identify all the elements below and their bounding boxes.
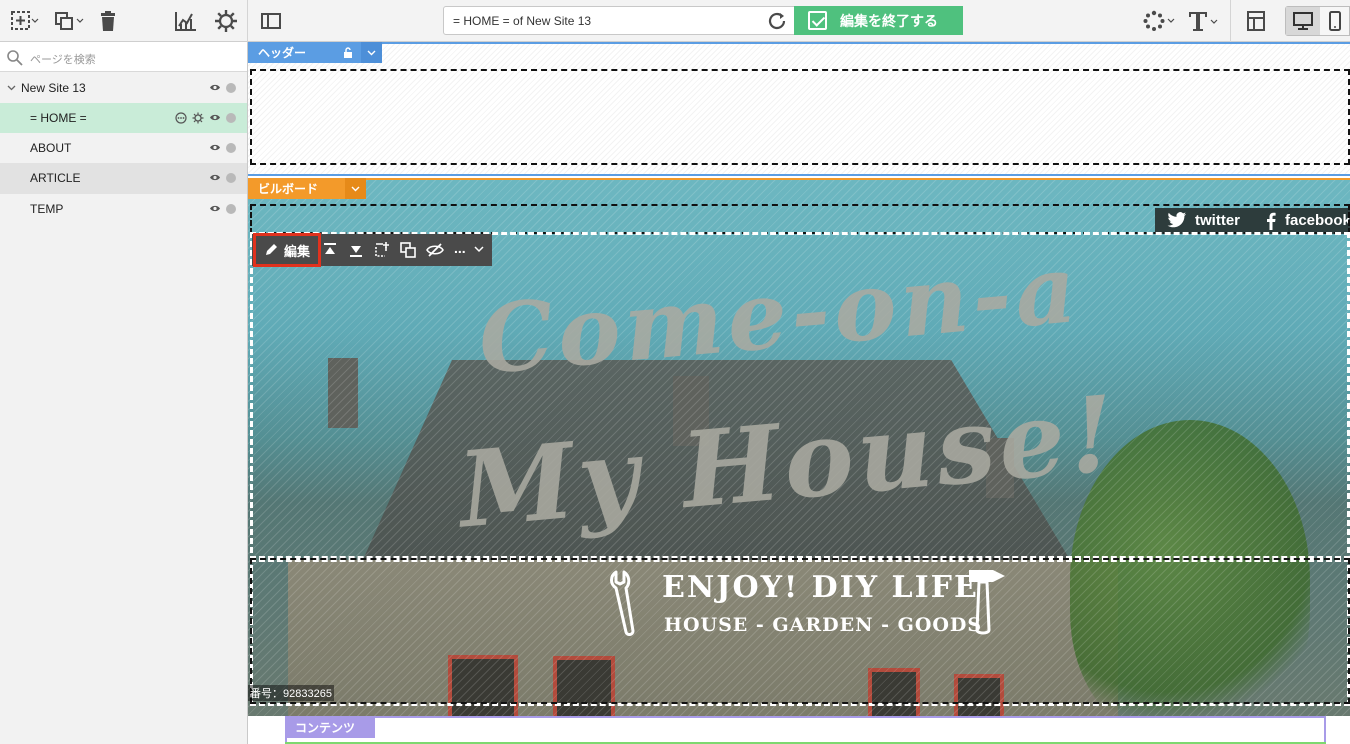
mobile-view-button[interactable] [1320,7,1350,35]
sidebar-item-article[interactable]: ARTICLE [0,163,247,194]
edit-element-button[interactable]: 編集 [253,233,321,267]
check-icon [808,11,827,30]
loading-icon [1143,10,1175,31]
duplicate-button[interactable] [52,6,86,36]
page-settings-icon[interactable] [192,112,204,124]
header-section[interactable] [248,42,1350,176]
search-placeholder: ページを検索 [30,54,96,66]
page-search[interactable]: ページを検索 [0,42,247,72]
status-dot [226,143,236,153]
duplicate-icon [55,12,84,30]
layout-icon [1247,11,1265,31]
chevron-down-icon[interactable] [474,246,484,253]
visibility-icon[interactable] [209,83,221,92]
status-dot [226,173,236,183]
loading-status-button[interactable] [1142,6,1176,36]
url-field[interactable]: = HOME = of New Site 13 [443,6,795,35]
finish-editing-button[interactable]: 編集を終了する [794,6,963,35]
unlock-icon[interactable] [343,47,353,58]
status-dot [226,204,236,214]
billboard-tag-label: ビルボード [258,182,319,196]
sidebar-item-home[interactable]: = HOME = [0,103,247,133]
trash-icon [101,11,115,31]
finish-editing-label: 編集を終了する [840,12,938,29]
add-page-button[interactable] [8,6,42,36]
billboard-tag[interactable]: ビルボード [248,178,366,199]
site-tree-root[interactable]: New Site 13 [0,73,247,103]
reload-button[interactable] [768,12,788,33]
visibility-icon[interactable] [209,113,221,122]
hide-element-icon[interactable] [426,242,444,258]
contents-section[interactable]: コンテンツ [248,716,1350,744]
desktop-icon [1293,12,1313,30]
sidebar-toggle-icon [261,13,281,29]
billboard-menu-button[interactable] [345,178,366,199]
element-toolbar: 編集 ... [252,233,492,267]
search-icon [7,50,23,66]
contents-tag[interactable]: コンテンツ [285,717,375,738]
header-tag[interactable]: ヘッダー [248,42,382,63]
header-block[interactable] [250,69,1350,165]
reload-icon [768,12,786,30]
sidebar-item-about[interactable]: ABOUT [0,133,247,163]
contents-tag-label: コンテンツ [295,721,356,735]
social-block[interactable] [250,204,1350,234]
delete-button[interactable] [96,6,120,36]
url-text: = HOME = of New Site 13 [453,14,592,28]
site-name: New Site 13 [21,81,86,95]
visibility-icon[interactable] [209,204,221,213]
sidebar-item-label: ARTICLE [30,171,81,185]
page-sidebar: ページを検索 New Site 13 = HOME = ABOUT ARTICL… [0,42,248,744]
sidebar-item-label: = HOME = [30,111,87,125]
layout-button[interactable] [1243,6,1269,36]
status-dot [226,113,236,123]
settings-icon [215,10,237,32]
settings-button[interactable] [212,6,240,36]
sidebar-item-temp[interactable]: TEMP [0,194,247,224]
desktop-view-button[interactable] [1286,7,1320,35]
device-switcher [1285,6,1350,36]
billboard-section[interactable]: twitter facebook Come-on-a My House! ENJ… [248,178,1350,716]
pencil-icon [265,244,277,255]
sidebar-item-label: TEMP [30,202,64,216]
more-actions-button[interactable]: ... [454,240,466,256]
move-to-top-icon[interactable] [322,242,338,258]
more-options-icon[interactable] [175,112,187,124]
visibility-icon[interactable] [209,173,221,182]
copy-element-icon[interactable] [400,242,416,258]
chevron-down-icon[interactable] [7,85,16,91]
sidebar-toggle-button[interactable] [258,6,284,36]
analytics-button[interactable] [172,6,200,36]
move-to-bottom-icon[interactable] [348,242,364,258]
diy-block-outline [250,558,1350,704]
analytics-icon [175,12,196,31]
top-toolbar: = HOME = of New Site 13 編集を終了する [0,0,1350,42]
chevron-down-icon [367,50,376,55]
edit-label: 編集 [283,243,310,259]
text-style-icon [1189,12,1218,31]
header-menu-button[interactable] [361,42,382,63]
add-page-icon [11,11,39,30]
status-dot [226,83,236,93]
sidebar-item-label: ABOUT [30,141,72,155]
contents-outline [285,716,1326,744]
visibility-icon[interactable] [209,143,221,152]
text-style-button[interactable] [1186,6,1220,36]
header-tag-label: ヘッダー [258,46,307,60]
add-element-icon[interactable] [374,242,390,258]
serial-number: 番号：92833265 [248,685,334,701]
chevron-down-icon [351,186,360,191]
mobile-icon [1329,11,1341,31]
editor-canvas: ヘッダー twitter facebook Come-on-a My House… [248,42,1350,744]
headline-block[interactable] [250,232,1350,562]
